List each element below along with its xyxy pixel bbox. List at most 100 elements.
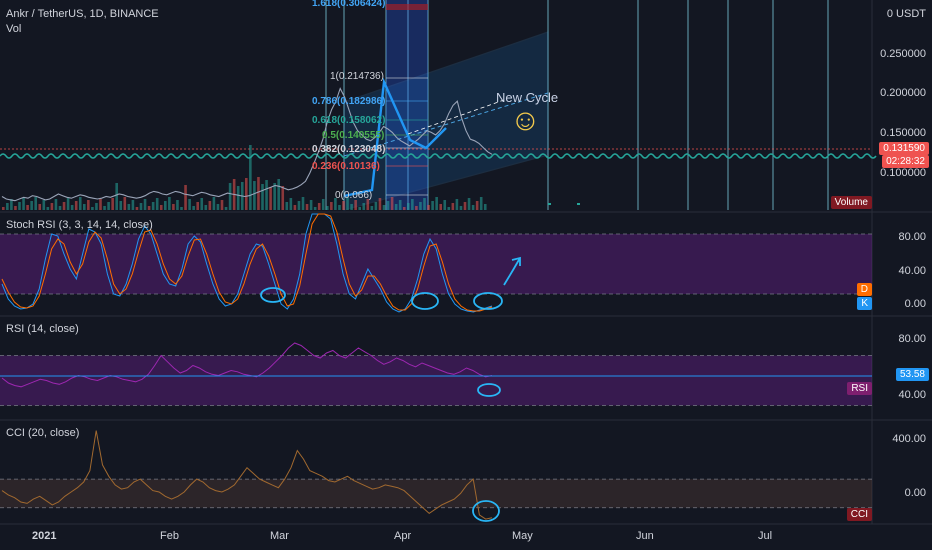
volume-bar [107,202,110,210]
volume-bar [2,207,5,210]
volume-bar [212,197,216,210]
volume-bar [483,204,487,210]
volume-bar [208,201,212,210]
time-label: 2021 [32,530,57,542]
rsi-badge: RSI [847,382,872,395]
volume-bar [386,201,390,210]
volume-label: Vol [6,23,22,35]
volume-bar [30,201,33,210]
volume-bar [330,202,333,210]
volume-bar [6,203,9,210]
volume-bar [419,202,422,210]
volume-bar [151,202,155,210]
volume-bar [467,198,471,210]
volume-bar [362,203,366,210]
volume-bar [431,201,434,210]
volume-bar [159,205,163,210]
volume-bar [309,200,313,210]
volume-bar [135,207,139,210]
volume-bar [66,198,70,210]
volume-bar [42,200,46,210]
fib-label: 1.618(0.306424) [312,0,386,9]
volume-bar [46,207,50,210]
price-tick: 0.150000 [880,127,926,139]
volume-bar [447,207,451,210]
volume-bar [471,205,475,210]
volume-bar [439,204,442,210]
volume-bar [475,201,479,210]
volume-bar [245,178,248,210]
volume-bar [350,204,353,210]
volume-bar [289,198,293,210]
volume-bar [176,200,179,210]
volume-bar [390,197,394,210]
smiley-icon: ☺ [510,104,541,137]
volume-bar [423,198,426,210]
volume-bar [103,206,106,210]
volume-bar [451,203,455,210]
volume-bar [87,200,90,210]
volume-bar [192,206,195,210]
fib-label: 0.618(0.158062) [312,115,386,126]
volume-bar [293,205,297,210]
volume-bar [18,202,21,210]
volume-bar [224,207,228,210]
volume-bar [164,201,167,210]
volume-bar [321,199,325,210]
volume-bar [281,186,285,210]
volume-bar [228,183,232,210]
time-label: Apr [394,530,412,542]
volume-bar [265,180,268,210]
volume-bar [74,201,78,210]
rsi-title: RSI (14, close) [6,323,79,335]
volume-bar [139,203,143,210]
volume-bar [411,199,414,210]
time-label: Feb [160,530,179,542]
time-label: Jul [758,530,773,542]
new-cycle-annotation: New Cycle [496,90,559,105]
volume-bar [111,198,114,210]
fib-top-band [386,4,428,10]
stoch-title: Stoch RSI (3, 3, 14, 14, close) [6,219,153,231]
volume-bar [317,203,321,210]
volume-bar [435,197,438,210]
chart-canvas[interactable] [0,0,932,550]
volume-bar [220,200,224,210]
volume-bar [50,203,54,210]
stoch-d-badge: D [856,283,872,296]
price-tick: 0.200000 [880,87,926,99]
volume-bar [180,207,183,210]
volume-bar [394,204,398,210]
volume-bar [127,204,131,210]
volume-bar [358,207,361,210]
volume-bar [407,203,410,210]
volume-bar [38,204,42,210]
volume-bar [200,198,204,210]
volume-badge: Volume [830,196,872,209]
cci-band [0,479,872,508]
time-label: Jun [636,530,654,542]
volume-bar [236,186,240,210]
volume-bar [459,206,463,210]
chart-title: Ankr / TetherUS, 1D, BINANCE [6,8,159,20]
volume-bar [261,184,264,210]
volume-bar [301,197,305,210]
volume-bar [297,201,301,210]
volume-bar [257,177,260,210]
volume-bar [14,206,17,210]
marker-dot [548,203,551,205]
volume-bar [398,200,402,210]
volume-bar [26,205,29,210]
volume-bar [95,203,98,210]
volume-bar [143,199,147,210]
cci-badge: CCI [846,508,872,521]
volume-bar [313,207,317,210]
fib-label: 0.5(0.140555) [322,130,385,141]
stoch-tick: 40.00 [898,265,926,277]
volume-bar [277,179,280,210]
stoch-tick: 0.00 [904,298,926,310]
currency-label[interactable]: 0 USDT [887,8,926,20]
volume-bar [123,197,127,210]
rsi-value-badge: 53.58 [895,368,929,381]
rsi-tick: 40.00 [898,389,926,401]
